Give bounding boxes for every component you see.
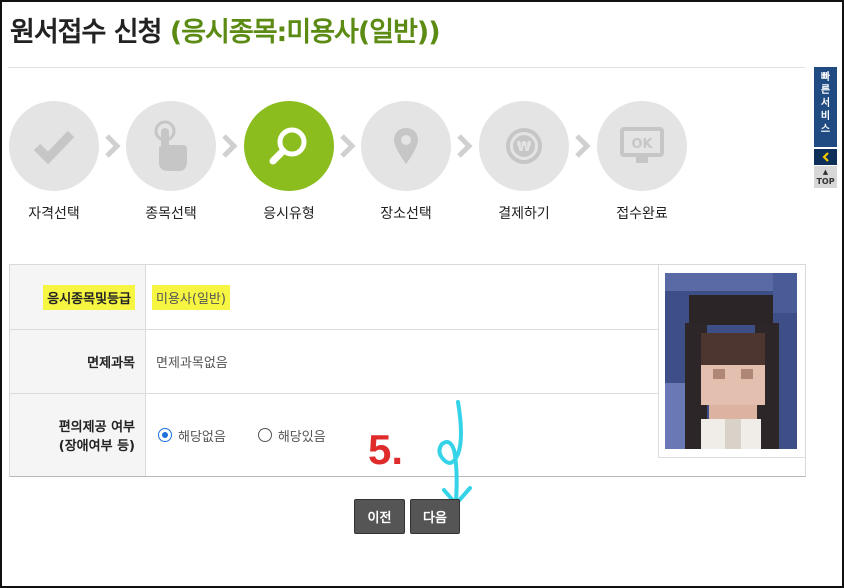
chevron-right-icon [105, 134, 121, 158]
prev-button[interactable]: 이전 [354, 499, 405, 534]
step-qualification [9, 101, 99, 191]
next-button[interactable]: 다음 [410, 499, 460, 534]
step-location [361, 101, 451, 191]
quick-label-char: 서 [820, 98, 831, 109]
radio-applicable[interactable]: 해당있음 [257, 426, 326, 445]
category-label: 응시종목및등급 [43, 284, 135, 310]
svg-text:₩: ₩ [517, 140, 532, 155]
step-label: 종목선택 [145, 206, 197, 222]
radio-selected-icon[interactable] [158, 428, 172, 442]
step-circle [126, 101, 216, 191]
quick-service-button[interactable]: 빠 른 서 비 스 [814, 67, 837, 147]
exemption-header: 면제과목 [10, 330, 146, 393]
page-title: 원서접수 신청 (응시종목:미용사(일반)) [10, 10, 441, 49]
step-circle [361, 101, 451, 191]
page-title-main: 원서접수 신청 [10, 17, 162, 48]
step-label: 결제하기 [498, 206, 550, 222]
step-label: 접수완료 [616, 206, 668, 222]
step-label: 자격선택 [28, 206, 80, 222]
radio-applicable-label: 해당있음 [277, 429, 326, 445]
scroll-top-button[interactable]: ▲ TOP [814, 166, 837, 188]
title-divider [8, 67, 805, 68]
quick-label-char: 빠 [820, 72, 831, 83]
category-cell: 미용사(일반) [146, 265, 230, 329]
table-row-accommodation: 편의제공 여부 (장애여부 등) 해당없음 해당있음 [10, 394, 658, 476]
applicant-photo [665, 273, 797, 449]
quick-label-char: 른 [820, 85, 831, 96]
arrow-up-icon: ▲ [822, 168, 829, 176]
radio-unselected-icon[interactable] [257, 428, 272, 442]
accommodation-options: 해당없음 해당있음 [158, 394, 358, 476]
annotation-step-number: 5. [368, 426, 404, 473]
annotation-arrow [437, 400, 472, 508]
quick-label-char: 비 [820, 111, 831, 122]
page-title-subtitle: (응시종목:미용사(일반)) [169, 17, 441, 48]
step-circle: OK [597, 101, 687, 191]
category-value: 미용사(일반) [152, 284, 230, 310]
step-payment: ₩ [479, 101, 569, 191]
chevron-right-icon [457, 134, 473, 158]
chevron-right-icon [340, 134, 356, 158]
quick-label-char: 스 [820, 124, 831, 135]
table-row-exemption: 면제과목 면제과목없음 [10, 330, 658, 394]
search-icon [269, 127, 307, 165]
step-circle: ₩ [479, 101, 569, 191]
radio-none[interactable]: 해당없음 [158, 426, 226, 445]
step-complete: OK [597, 101, 687, 191]
step-label: 응시유형 [263, 206, 315, 222]
exemption-cell: 면제과목없음 [156, 330, 228, 393]
exemption-value: 면제과목없음 [156, 356, 228, 371]
svg-text:OK: OK [631, 137, 653, 152]
quick-service-bar: 빠 른 서 비 스 ▲ TOP [814, 67, 837, 188]
quick-toggle-button[interactable] [814, 149, 837, 165]
accommodation-label-note: (장애여부 등) [58, 439, 135, 454]
step-circle [9, 101, 99, 191]
step-category [126, 101, 216, 191]
photo-cell [658, 265, 805, 458]
step-circle-active [244, 101, 334, 191]
ok-monitor-icon: OK [620, 127, 664, 163]
check-icon [33, 130, 75, 165]
category-header: 응시종목및등급 [10, 265, 146, 329]
accommodation-label: 편의제공 여부 [58, 420, 135, 435]
table-row-category: 응시종목및등급 미용사(일반) [10, 265, 658, 330]
won-coin-icon: ₩ [506, 128, 542, 164]
step-label: 장소선택 [380, 206, 432, 222]
exemption-label: 면제과목 [87, 356, 135, 371]
hand-pointer-icon [154, 120, 187, 171]
top-label: TOP [816, 177, 835, 186]
accommodation-header: 편의제공 여부 (장애여부 등) [10, 394, 146, 476]
location-pin-icon [394, 128, 418, 164]
chevron-right-icon [222, 134, 238, 158]
radio-none-label: 해당없음 [178, 429, 226, 445]
step-exam-type [244, 101, 334, 191]
chevron-right-icon [575, 134, 591, 158]
chevron-left-icon [821, 152, 829, 162]
application-info-table: 응시종목및등급 미용사(일반) 면제과목 면제과목없음 편의제공 여부 (장애여… [9, 264, 806, 477]
